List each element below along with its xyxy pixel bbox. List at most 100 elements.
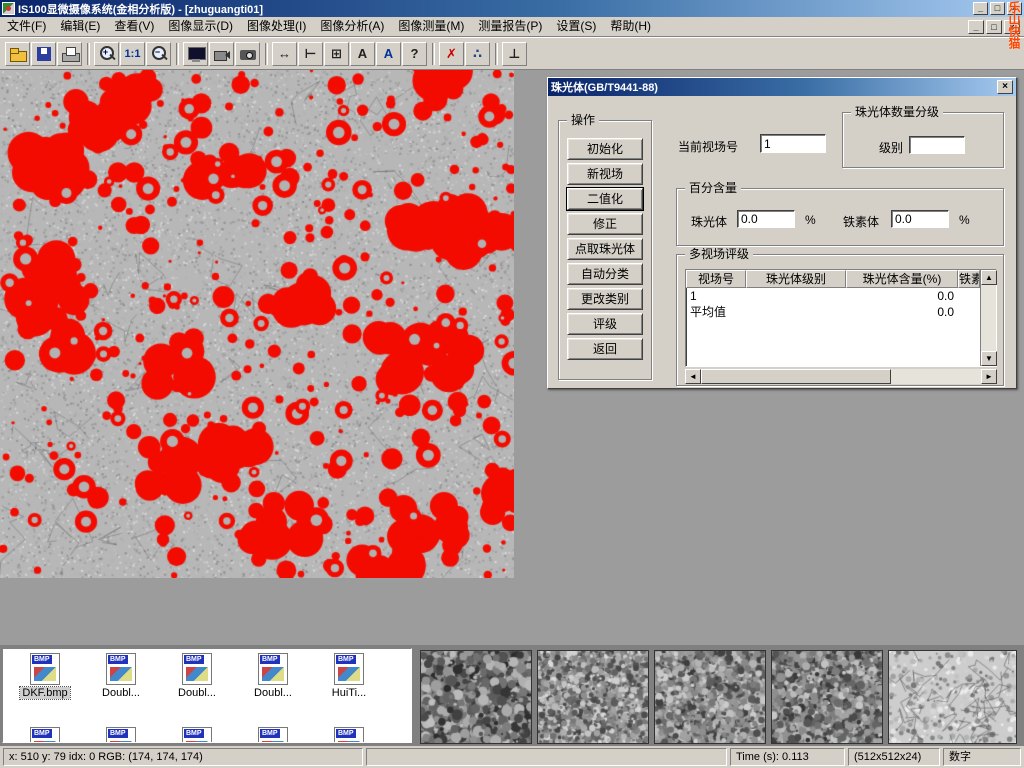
- scrollbar-thumb[interactable]: [701, 369, 891, 384]
- maximize-button[interactable]: □: [990, 2, 1005, 15]
- init-button[interactable]: 初始化: [567, 138, 643, 160]
- menu-settings[interactable]: 设置(S): [549, 17, 603, 36]
- scroll-left-icon[interactable]: ◄: [685, 369, 701, 384]
- pick-pearlite-button[interactable]: 点取珠光体: [567, 238, 643, 260]
- mdi-restore-button[interactable]: □: [986, 20, 1002, 34]
- menu-report[interactable]: 测量报告(P): [471, 17, 549, 36]
- file-item[interactable]: BMP: [159, 727, 235, 743]
- menu-image-display[interactable]: 图像显示(D): [161, 17, 240, 36]
- cell-grade: [746, 304, 846, 320]
- new-field-button[interactable]: 新视场: [567, 163, 643, 185]
- v-caliper-button[interactable]: ⊥: [502, 42, 527, 66]
- menu-image-analysis[interactable]: 图像分析(A): [313, 17, 391, 36]
- bmp-file-icon: BMP: [182, 653, 212, 685]
- video-camera-button[interactable]: [209, 42, 234, 66]
- dialog-close-button[interactable]: ×: [997, 80, 1013, 94]
- font-button[interactable]: A: [376, 42, 401, 66]
- table-row[interactable]: 平均值 0.0: [686, 304, 980, 320]
- file-item[interactable]: BMP Doubl...: [235, 653, 311, 699]
- scrollbar-track[interactable]: [891, 369, 981, 384]
- col-ferrite[interactable]: 铁素: [958, 270, 980, 288]
- points-button[interactable]: ∴: [465, 42, 490, 66]
- display-button[interactable]: [183, 42, 208, 66]
- text-label-button[interactable]: A: [350, 42, 375, 66]
- grading-group: 珠光体数量分级 级别: [842, 112, 1004, 168]
- mdi-minimize-button[interactable]: _: [968, 20, 984, 34]
- save-icon: [35, 45, 53, 63]
- table-horizontal-scrollbar[interactable]: ◄ ►: [685, 369, 997, 384]
- file-name[interactable]: HuiTi...: [330, 687, 368, 699]
- table-row[interactable]: 1 0.0: [686, 288, 980, 304]
- ferrite-percent-input[interactable]: [891, 210, 949, 228]
- thumbnail-image[interactable]: [771, 650, 883, 744]
- scroll-up-icon[interactable]: ▲: [981, 270, 997, 285]
- measure-button[interactable]: ⊢: [298, 42, 323, 66]
- file-name[interactable]: DKF.bmp: [20, 687, 69, 699]
- col-content[interactable]: 珠光体含量(%): [846, 270, 958, 288]
- current-field-input[interactable]: [760, 134, 826, 153]
- bmp-file-icon: BMP: [258, 727, 288, 743]
- grid-button[interactable]: ⊞: [324, 42, 349, 66]
- current-field-label: 当前视场号: [678, 138, 738, 155]
- menu-view[interactable]: 查看(V): [107, 17, 161, 36]
- file-item[interactable]: BMP: [7, 727, 83, 743]
- file-item[interactable]: BMP DKF.bmp: [7, 653, 83, 699]
- points-icon: ∴: [469, 45, 487, 63]
- menu-image-process[interactable]: 图像处理(I): [240, 17, 313, 36]
- save-button[interactable]: [31, 42, 56, 66]
- auto-classify-button[interactable]: 自动分类: [567, 263, 643, 285]
- file-name[interactable]: Doubl...: [252, 687, 294, 699]
- rate-button[interactable]: 评级: [567, 313, 643, 335]
- change-class-button[interactable]: 更改类别: [567, 288, 643, 310]
- h-caliper-button[interactable]: ↔: [272, 42, 297, 66]
- print-button[interactable]: [57, 42, 82, 66]
- thumbnail-image[interactable]: [888, 650, 1017, 744]
- capture-icon: [239, 45, 257, 63]
- level-input[interactable]: [909, 136, 965, 154]
- text-label-icon: A: [354, 45, 372, 63]
- thumbnail-image[interactable]: [537, 650, 649, 744]
- correct-button[interactable]: 修正: [567, 213, 643, 235]
- menu-file[interactable]: 文件(F): [0, 17, 53, 36]
- zoom-in-icon: +: [98, 45, 116, 63]
- delete-button[interactable]: ✗: [439, 42, 464, 66]
- capture-button[interactable]: [235, 42, 260, 66]
- actual-size-button[interactable]: 1:1: [120, 42, 145, 66]
- dialog-title-bar[interactable]: 珠光体(GB/T9441-88) ×: [548, 78, 1016, 96]
- multi-field-table: 视场号 珠光体级别 珠光体含量(%) 铁素 1 0.0 平均值 0: [685, 269, 997, 367]
- filmstrip-panel: BMP DKF.bmp BMP Doubl... BMP Doubl... BM…: [0, 645, 1024, 746]
- file-item[interactable]: BMP Doubl...: [83, 653, 159, 699]
- file-item[interactable]: BMP: [83, 727, 159, 743]
- video-camera-icon: [213, 45, 231, 63]
- file-item[interactable]: BMP Doubl...: [159, 653, 235, 699]
- file-item[interactable]: BMP: [311, 727, 387, 743]
- binarize-button[interactable]: 二值化: [567, 188, 643, 210]
- zoom-in-button[interactable]: +: [94, 42, 119, 66]
- file-item[interactable]: BMP HuiTi...: [311, 653, 387, 699]
- pearlite-percent-input[interactable]: [737, 210, 795, 228]
- thumbnail-image[interactable]: [420, 650, 532, 744]
- scroll-down-icon[interactable]: ▼: [981, 351, 997, 366]
- h-caliper-icon: ↔: [276, 45, 294, 63]
- help-button[interactable]: ?: [402, 42, 427, 66]
- col-field[interactable]: 视场号: [686, 270, 746, 288]
- scroll-right-icon[interactable]: ►: [981, 369, 997, 384]
- col-grade[interactable]: 珠光体级别: [746, 270, 846, 288]
- file-name[interactable]: Doubl...: [100, 687, 142, 699]
- menu-image-measure[interactable]: 图像测量(M): [391, 17, 471, 36]
- table-vertical-scrollbar[interactable]: ▲ ▼: [980, 270, 996, 366]
- menu-edit[interactable]: 编辑(E): [53, 17, 107, 36]
- table-main: 视场号 珠光体级别 珠光体含量(%) 铁素 1 0.0 平均值 0: [686, 270, 980, 366]
- zoom-out-button[interactable]: −: [146, 42, 171, 66]
- status-filler: [366, 748, 727, 766]
- metallograph-image[interactable]: [0, 70, 514, 578]
- minimize-button[interactable]: _: [973, 2, 988, 15]
- ferrite-percent-sign: %: [959, 213, 970, 227]
- thumbnail-image[interactable]: [654, 650, 766, 744]
- menu-help[interactable]: 帮助(H): [603, 17, 658, 36]
- return-button[interactable]: 返回: [567, 338, 643, 360]
- toolbar-separator: [495, 43, 498, 65]
- open-file-button[interactable]: [5, 42, 30, 66]
- file-item[interactable]: BMP: [235, 727, 311, 743]
- file-name[interactable]: Doubl...: [176, 687, 218, 699]
